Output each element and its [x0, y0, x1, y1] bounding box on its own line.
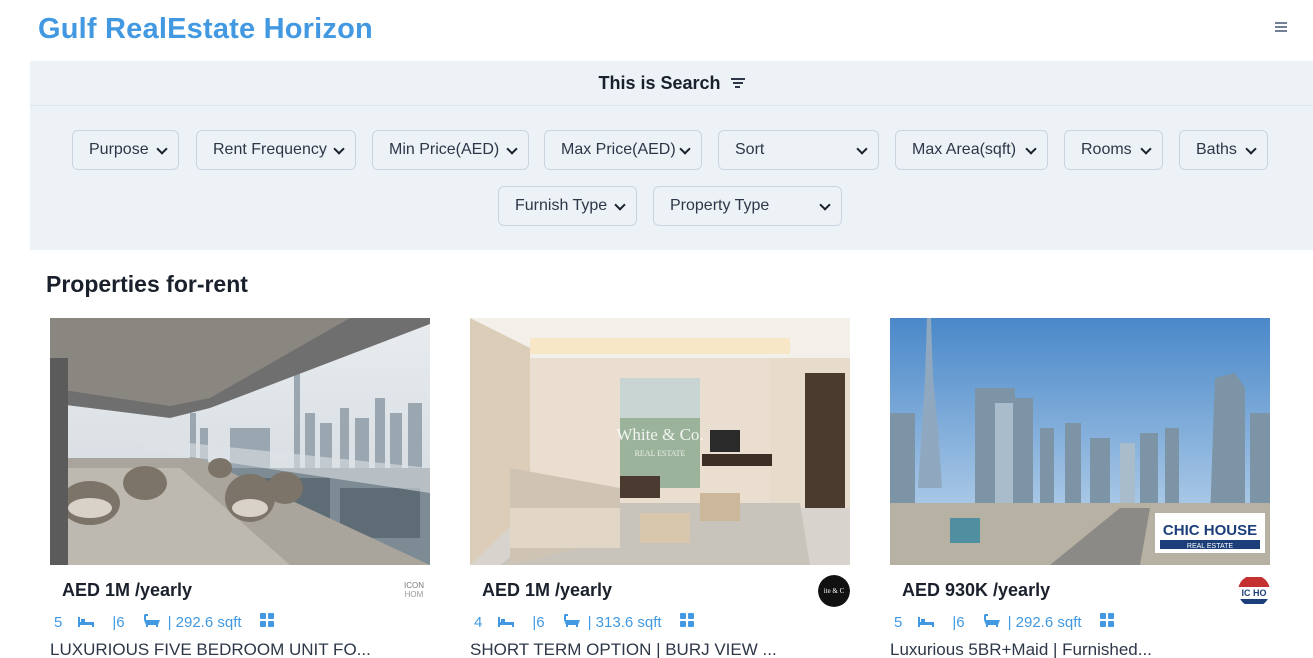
page: Gulf RealEstate Horizon This is Search P… — [0, 0, 1313, 658]
grid-icon — [259, 613, 274, 631]
purpose-select-label: Purpose — [89, 141, 149, 158]
baths-count: |6 — [952, 613, 965, 631]
bathtub-icon — [563, 613, 580, 631]
svg-text:HOM: HOM — [405, 590, 424, 599]
svg-text:IC HO: IC HO — [1241, 588, 1266, 598]
property-photo[interactable]: White & Co. REAL ESTATE — [470, 318, 850, 565]
chevron-down-icon — [1245, 143, 1257, 155]
baths-count: |6 — [532, 613, 545, 631]
svg-text:ite & C: ite & C — [824, 587, 845, 595]
bed-icon — [498, 614, 515, 631]
listing-price: AED 1M /yearly — [482, 580, 613, 600]
max-area-select[interactable]: Max Area(sqft) — [895, 130, 1048, 170]
chevron-down-icon — [156, 143, 168, 155]
max-price-select-label: Max Price(AED) — [561, 141, 676, 158]
baths-count: |6 — [112, 613, 125, 631]
property-card[interactable]: White & Co. REAL ESTATE AED 1M /yearly i… — [470, 318, 850, 658]
rooms-select-label: Rooms — [1081, 141, 1132, 158]
property-photo[interactable] — [50, 318, 430, 565]
agency-logo: IC HO — [1238, 575, 1270, 607]
sort-select[interactable]: Sort — [718, 130, 879, 170]
search-panel: This is Search Purpose Rent Frequency Mi… — [30, 61, 1313, 250]
chevron-down-icon — [614, 199, 626, 211]
bed-icon — [918, 614, 935, 631]
rooms-count: 4 — [474, 613, 483, 631]
agency-logo: ICON HOM — [398, 575, 430, 607]
chevron-down-icon — [856, 143, 868, 155]
bathtub-icon — [143, 613, 160, 631]
chevron-down-icon — [679, 143, 691, 155]
property-type-select[interactable]: Property Type — [653, 186, 842, 226]
svg-text:REAL ESTATE: REAL ESTATE — [635, 449, 686, 458]
svg-text:REAL ESTATE: REAL ESTATE — [1187, 543, 1233, 550]
min-price-select[interactable]: Min Price(AED) — [372, 130, 529, 170]
chevron-down-icon — [819, 199, 831, 211]
filter-icon — [730, 77, 745, 89]
rent-frequency-select[interactable]: Rent Frequency — [196, 130, 356, 170]
min-price-select-label: Min Price(AED) — [389, 141, 500, 158]
hamburger-menu-icon[interactable] — [1272, 20, 1290, 38]
chevron-down-icon — [1025, 143, 1037, 155]
listing-meta: 4 |6 | 313.6 sqft — [474, 612, 694, 632]
agency-logo: ite & C — [818, 575, 850, 607]
svg-text:White & Co.: White & Co. — [616, 425, 703, 444]
listing-title[interactable]: Luxurious 5BR+Maid | Furnished... — [890, 640, 1270, 658]
area-value: | 292.6 sqft — [167, 613, 242, 631]
max-area-select-label: Max Area(sqft) — [912, 141, 1017, 158]
sort-select-label: Sort — [735, 141, 765, 158]
grid-icon — [1099, 613, 1114, 631]
brand-logo[interactable]: Gulf RealEstate Horizon — [38, 13, 373, 46]
furnish-type-select[interactable]: Furnish Type — [498, 186, 637, 226]
listing-title[interactable]: LUXURIOUS FIVE BEDROOM UNIT FO... — [50, 640, 430, 658]
baths-select-label: Baths — [1196, 141, 1237, 158]
rooms-select[interactable]: Rooms — [1064, 130, 1163, 170]
chevron-down-icon — [506, 143, 518, 155]
svg-text:ICON: ICON — [404, 581, 424, 590]
listing-meta: 5 |6 | 292.6 sqft — [894, 612, 1114, 632]
bed-icon — [78, 614, 95, 631]
section-title: Properties for-rent — [46, 271, 248, 297]
property-type-select-label: Property Type — [670, 197, 770, 214]
purpose-select[interactable]: Purpose — [72, 130, 179, 170]
rooms-count: 5 — [54, 613, 63, 631]
svg-text:CHIC HOUSE: CHIC HOUSE — [1163, 522, 1257, 539]
property-photo[interactable]: CHIC HOUSE REAL ESTATE — [890, 318, 1270, 565]
rooms-count: 5 — [894, 613, 903, 631]
area-value: | 292.6 sqft — [1007, 613, 1082, 631]
baths-select[interactable]: Baths — [1179, 130, 1268, 170]
property-card[interactable]: CHIC HOUSE REAL ESTATE AED 930K /yearly … — [890, 318, 1270, 658]
max-price-select[interactable]: Max Price(AED) — [544, 130, 702, 170]
search-title: This is Search — [598, 72, 721, 93]
listing-meta: 5 |6 | 292.6 sqft — [54, 612, 274, 632]
grid-icon — [679, 613, 694, 631]
property-card[interactable]: AED 1M /yearly ICON HOM 5 |6 | 292.6 sqf… — [50, 318, 430, 658]
chevron-down-icon — [1140, 143, 1152, 155]
area-value: | 313.6 sqft — [587, 613, 662, 631]
rent-frequency-select-label: Rent Frequency — [213, 141, 327, 158]
listing-price: AED 930K /yearly — [902, 580, 1051, 600]
site-header: Gulf RealEstate Horizon — [0, 0, 1313, 62]
search-toggle[interactable]: This is Search — [30, 61, 1313, 106]
bathtub-icon — [983, 613, 1000, 631]
furnish-type-select-label: Furnish Type — [515, 197, 608, 214]
chevron-down-icon — [333, 143, 345, 155]
listing-price: AED 1M /yearly — [62, 580, 193, 600]
listing-title[interactable]: SHORT TERM OPTION | BURJ VIEW ... — [470, 640, 850, 658]
